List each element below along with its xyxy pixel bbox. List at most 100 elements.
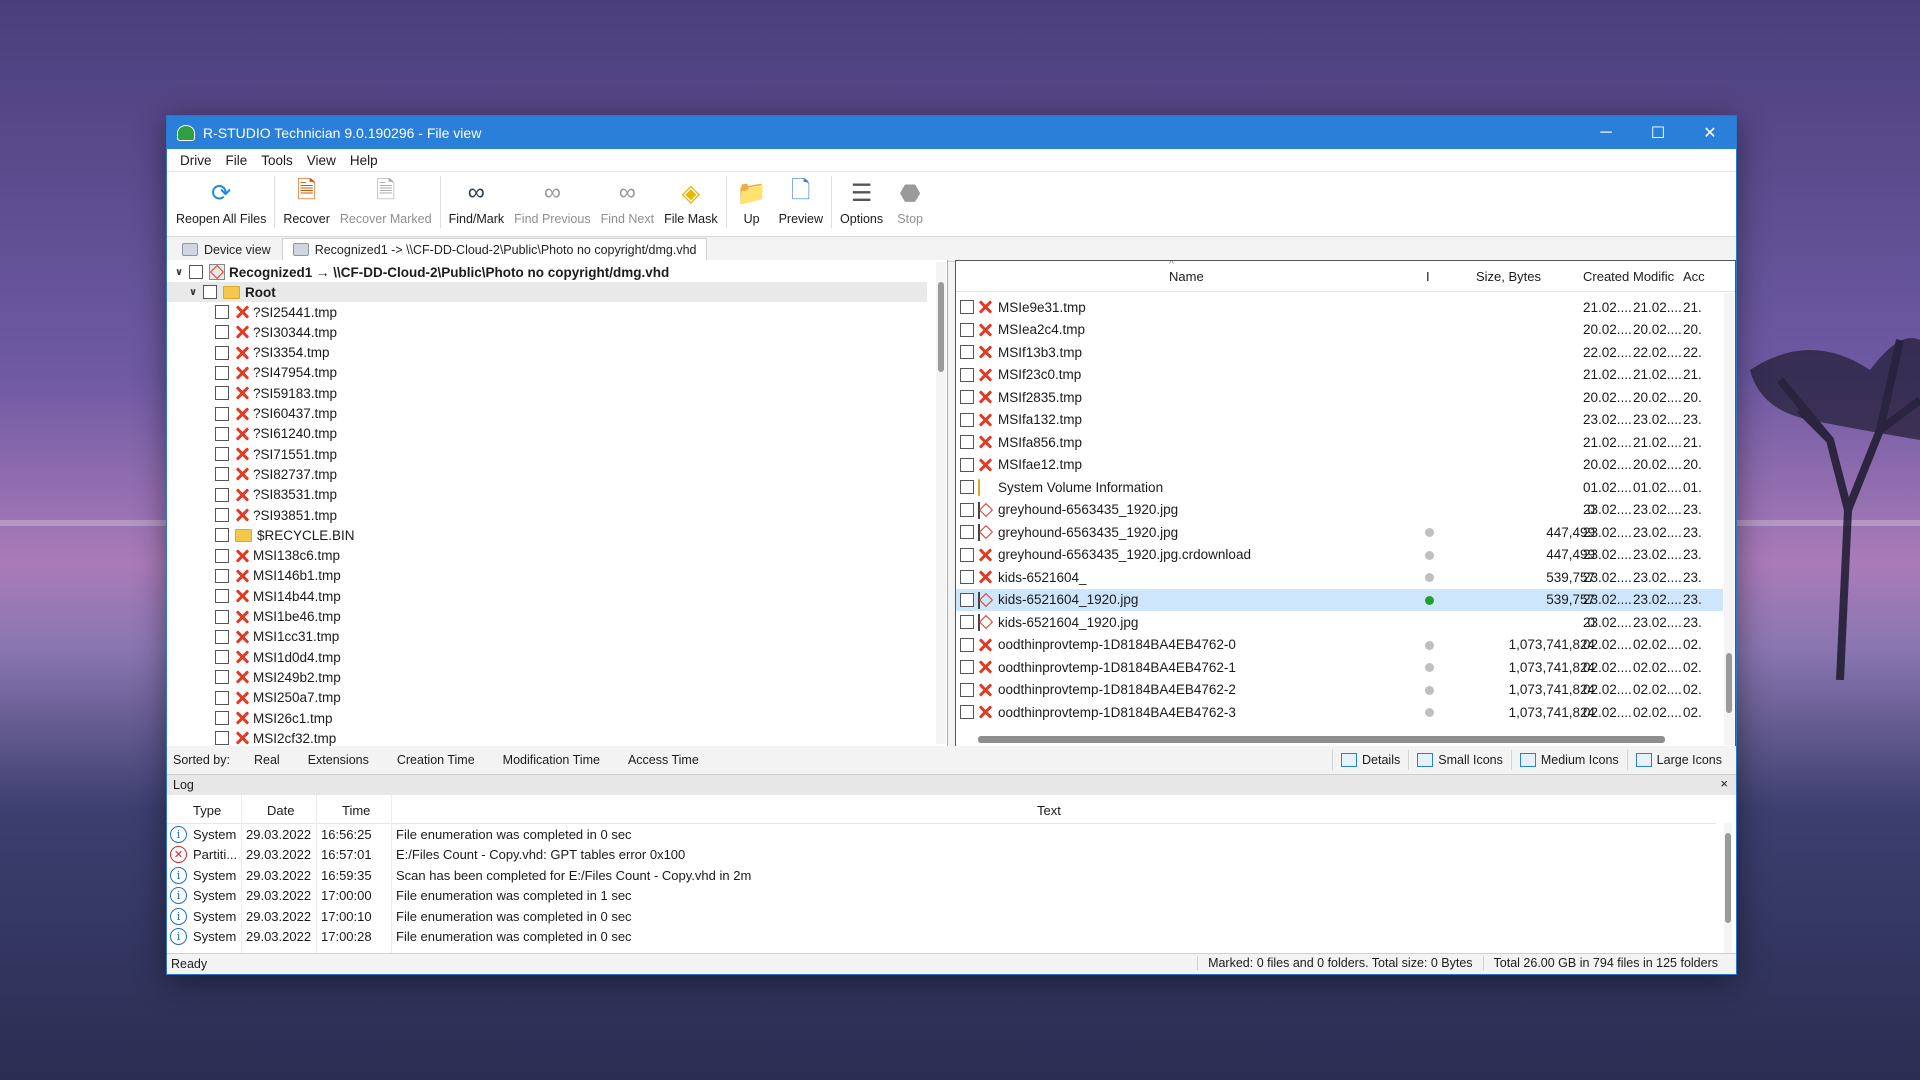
tree-item[interactable]: ?SI83531.tmp: [215, 485, 337, 505]
up-button[interactable]: 📁 Up: [730, 176, 774, 227]
file-row[interactable]: MSIfa856.tmp 21.02.... 21.02.... 21.: [956, 431, 1723, 453]
file-mask-button[interactable]: ◈ File Mask: [659, 176, 722, 227]
tree-item[interactable]: ?SI60437.tmp: [215, 404, 337, 424]
file-row[interactable]: MSIfa132.tmp 23.02.... 23.02.... 23.: [956, 409, 1723, 431]
log-column-date[interactable]: Date: [267, 803, 294, 818]
checkbox[interactable]: [215, 629, 229, 644]
log-column-type[interactable]: Type: [193, 803, 221, 818]
tree-item[interactable]: ?SI3354.tmp: [215, 343, 330, 363]
file-row[interactable]: oodthinprovtemp-1D8184BA4EB4762-2 1,073,7…: [956, 679, 1723, 701]
tab-device-view[interactable]: Device view: [171, 238, 282, 261]
tree-item[interactable]: ?SI30344.tmp: [215, 322, 337, 342]
column-size[interactable]: Size, Bytes: [1476, 269, 1541, 284]
tree-item[interactable]: MSI1cc31.tmp: [215, 627, 339, 647]
log-row[interactable]: i System 29.03.2022 16:56:25 File enumeratio…: [167, 824, 1716, 844]
file-row[interactable]: MSIf13b3.tmp 22.02.... 22.02.... 22.: [956, 341, 1723, 363]
recover-button[interactable]: 🗎 Recover: [278, 176, 335, 227]
checkbox[interactable]: [960, 457, 974, 472]
checkbox[interactable]: [960, 570, 974, 584]
file-row[interactable]: oodthinprovtemp-1D8184BA4EB4762-3 1,073,7…: [956, 701, 1723, 723]
file-row[interactable]: kids-6521604_1920.jpg 539,757 23.02.... 23.…: [956, 588, 1723, 611]
checkbox[interactable]: [215, 447, 229, 462]
log-scrollbar-thumb[interactable]: [1725, 833, 1731, 923]
log-column-time[interactable]: Time: [342, 803, 370, 818]
file-row[interactable]: MSIf2835.tmp 20.02.... 20.02.... 20.: [956, 386, 1723, 408]
log-close-button[interactable]: ×: [1720, 776, 1728, 791]
checkbox[interactable]: [215, 650, 229, 665]
checkbox[interactable]: [960, 322, 974, 337]
file-row[interactable]: kids-6521604_1920.jpg 0 23.02.... 23.02....…: [956, 611, 1723, 633]
checkbox[interactable]: [960, 660, 974, 674]
checkbox[interactable]: [203, 285, 217, 299]
tree-item[interactable]: MSI146b1.tmp: [215, 566, 341, 586]
tree-item[interactable]: ?SI71551.tmp: [215, 444, 337, 464]
column-created[interactable]: Created: [1583, 269, 1629, 284]
checkbox[interactable]: [215, 711, 229, 725]
menu-file[interactable]: File: [219, 153, 255, 168]
checkbox[interactable]: [960, 345, 974, 359]
collapse-icon[interactable]: ∨: [187, 287, 199, 298]
tree-item[interactable]: MSI26c1.tmp: [215, 708, 333, 728]
checkbox[interactable]: [215, 386, 229, 401]
checkbox[interactable]: [215, 731, 229, 746]
view-small-icons-button[interactable]: Small Icons: [1408, 750, 1511, 770]
find-previous-button[interactable]: ∞ Find Previous: [509, 176, 595, 226]
preview-button[interactable]: 🗋 Preview: [774, 176, 828, 227]
file-row[interactable]: System Volume Information 01.02.... 01.02.…: [956, 476, 1723, 498]
checkbox[interactable]: [960, 547, 974, 562]
log-row[interactable]: i System 29.03.2022 17:00:00 File enumeratio…: [167, 886, 1716, 906]
tree-item[interactable]: ?SI59183.tmp: [215, 383, 337, 403]
find-mark-button[interactable]: ∞ Find/Mark: [444, 176, 510, 226]
column-accessed[interactable]: Acc: [1683, 269, 1705, 284]
menu-view[interactable]: View: [300, 153, 343, 168]
checkbox[interactable]: [960, 367, 974, 382]
tree-item[interactable]: ?SI93851.tmp: [215, 505, 337, 525]
checkbox[interactable]: [215, 548, 229, 563]
checkbox[interactable]: [215, 365, 229, 380]
options-button[interactable]: ☰ Options: [835, 176, 888, 227]
reopen-all-files-button[interactable]: ⟳ Reopen All Files: [171, 176, 271, 227]
maximize-button[interactable]: ☐: [1632, 116, 1684, 149]
stop-button[interactable]: ⬣ Stop: [888, 176, 932, 227]
title-bar[interactable]: R-STUDIO Technician 9.0.190296 - File vi…: [167, 116, 1736, 149]
file-list-scrollbar-thumb[interactable]: [1726, 653, 1732, 713]
view-medium-icons-button[interactable]: Medium Icons: [1510, 750, 1627, 770]
log-row[interactable]: i System 29.03.2022 17:00:10 File enumeratio…: [167, 906, 1716, 926]
checkbox[interactable]: [215, 589, 229, 604]
checkbox[interactable]: [960, 412, 974, 427]
checkbox[interactable]: [960, 682, 974, 697]
column-i[interactable]: I: [1426, 269, 1430, 284]
view-large-icons-button[interactable]: Large Icons: [1626, 750, 1730, 770]
log-row[interactable]: ✕ Partiti... 29.03.2022 16:57:01 E:/Files Co…: [167, 845, 1716, 865]
file-list[interactable]: ^ Name I Size, Bytes Created Modific Acc…: [955, 260, 1736, 748]
menu-help[interactable]: Help: [343, 153, 385, 168]
file-row[interactable]: kids-6521604_ 539,757 23.02.... 23.02.... 23…: [956, 566, 1723, 588]
checkbox[interactable]: [215, 508, 229, 522]
tab-recognized1[interactable]: Recognized1 -> \\CF-DD-Cloud-2\Public\Ph…: [281, 238, 708, 261]
sort-extensions[interactable]: Extensions: [294, 753, 383, 767]
checkbox[interactable]: [215, 467, 229, 482]
file-row[interactable]: oodthinprovtemp-1D8184BA4EB4762-1 1,073,7…: [956, 656, 1723, 678]
log-row[interactable]: i System 29.03.2022 17:00:28 File enumeratio…: [167, 927, 1716, 947]
checkbox[interactable]: [960, 435, 974, 449]
menu-tools[interactable]: Tools: [254, 153, 300, 168]
checkbox[interactable]: [215, 487, 229, 502]
file-row[interactable]: MSIea2c4.tmp 20.02.... 20.02.... 20.: [956, 319, 1723, 341]
tree-item[interactable]: MSI14b44.tmp: [215, 586, 341, 606]
tree-item[interactable]: ?SI25441.tmp: [215, 302, 337, 322]
log-row[interactable]: i System 29.03.2022 16:59:35 Scan has been c…: [167, 865, 1716, 885]
checkbox[interactable]: [960, 502, 974, 517]
tree-item[interactable]: MSI1be46.tmp: [215, 607, 341, 627]
checkbox[interactable]: [960, 525, 974, 539]
tree-scrollbar[interactable]: [936, 262, 946, 744]
checkbox[interactable]: [960, 300, 974, 314]
checkbox[interactable]: [960, 390, 974, 404]
checkbox[interactable]: [215, 345, 229, 360]
tree-item[interactable]: $RECYCLE.BIN: [215, 525, 355, 545]
collapse-icon[interactable]: ∨: [173, 267, 185, 278]
sort-creation-time[interactable]: Creation Time: [383, 753, 489, 767]
close-button[interactable]: ✕: [1684, 116, 1736, 149]
tree-item[interactable]: MSI1d0d4.tmp: [215, 647, 341, 667]
file-row[interactable]: oodthinprovtemp-1D8184BA4EB4762-0 1,073,7…: [956, 634, 1723, 656]
file-list-hscrollbar[interactable]: [978, 736, 1665, 743]
